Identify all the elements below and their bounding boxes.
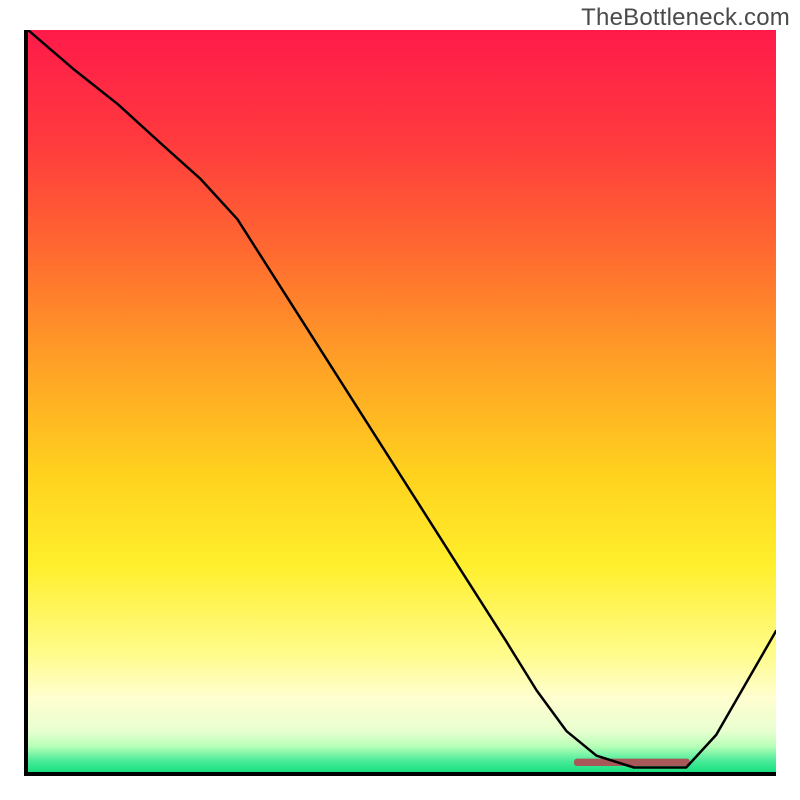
chart-canvas: TheBottleneck.com (0, 0, 800, 800)
plot-svg (28, 30, 776, 772)
optimal-indicator-band (574, 759, 690, 766)
gradient-background (28, 30, 776, 772)
plot-area (28, 30, 776, 772)
watermark-label: TheBottleneck.com (581, 4, 790, 32)
